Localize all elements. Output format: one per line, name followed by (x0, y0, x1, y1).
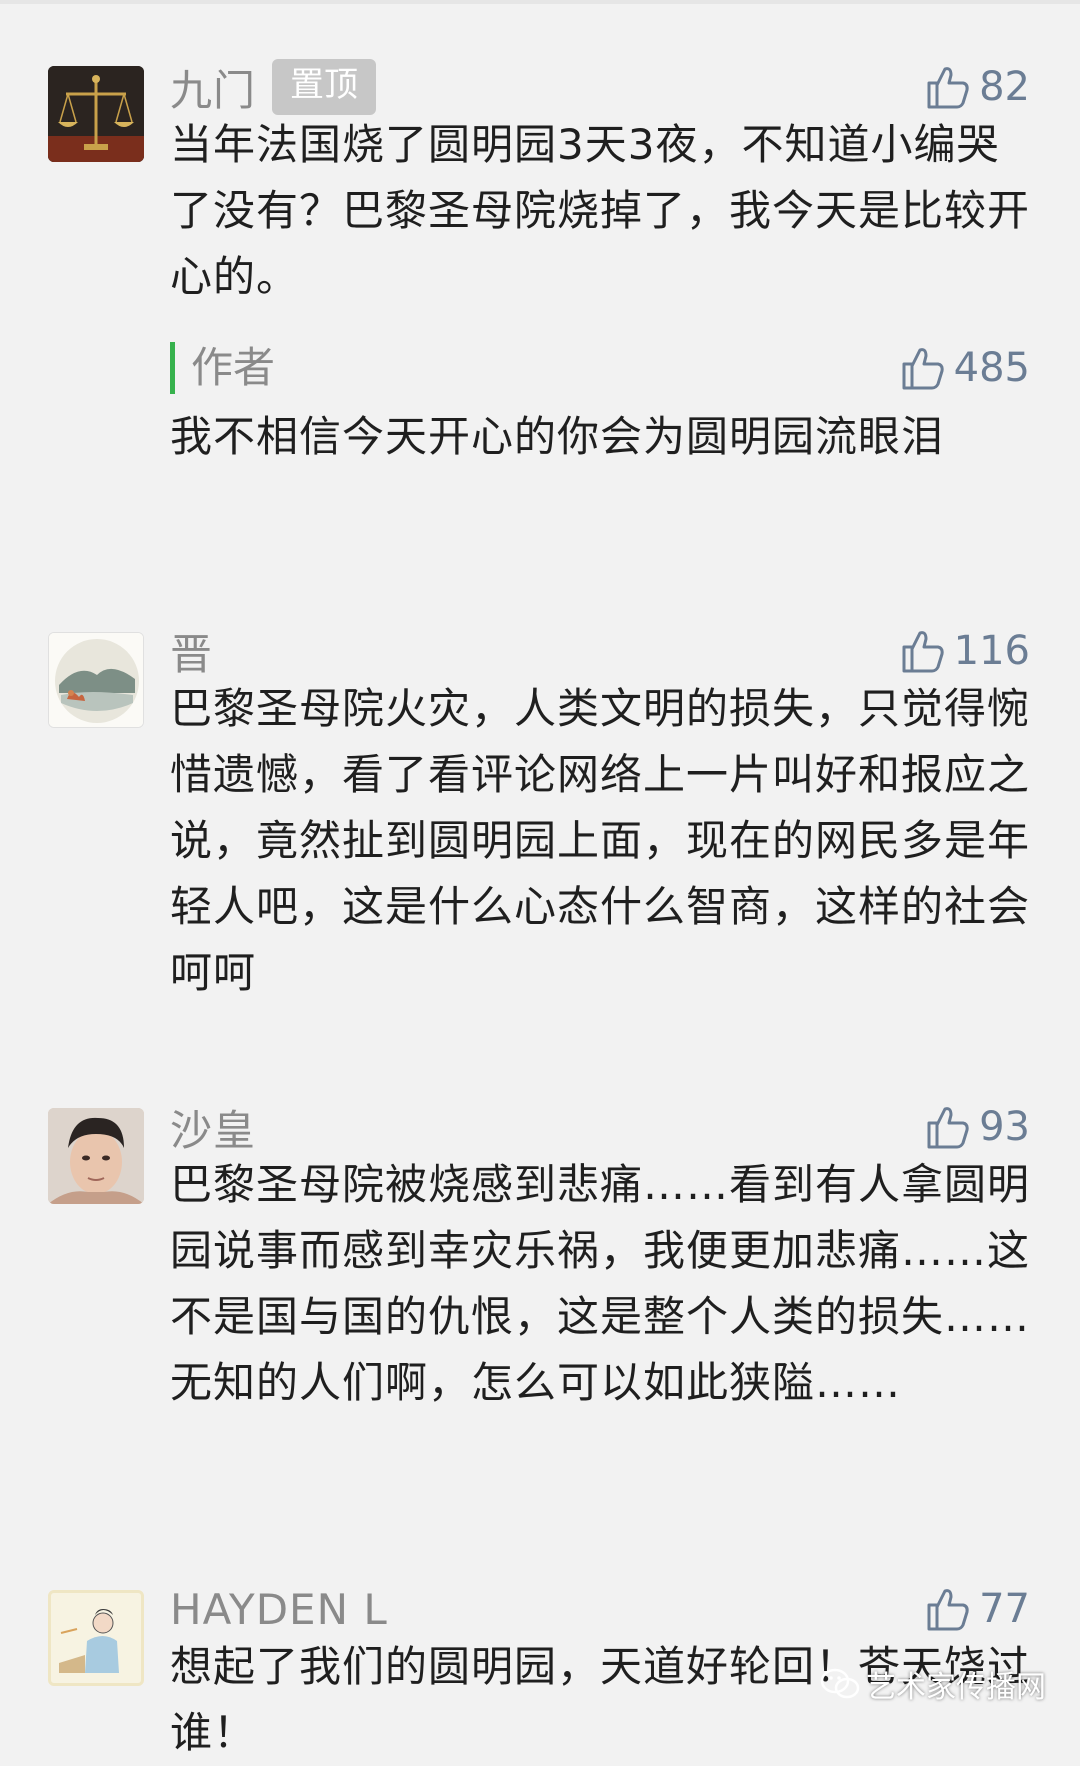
watermark: 艺术家传播网 (820, 1662, 1046, 1706)
author-reply: 作者 485 我不相信今天开心的你会为圆明园流眼泪 (170, 342, 1030, 532)
comment-header: 晋 (170, 620, 213, 682)
like-button[interactable]: 82 (923, 56, 1030, 118)
drawing-portrait-icon (51, 1593, 141, 1683)
like-count: 116 (953, 628, 1030, 674)
reply-text: 我不相信今天开心的你会为圆明园流眼泪 (170, 412, 945, 461)
comment-item: 晋 116 巴黎圣母院火灾，人类文明的损失，只觉得惋惜遗憾，看了看评论网络上一片… (0, 620, 1080, 1020)
thumbs-up-icon (927, 1107, 969, 1149)
like-count: 93 (979, 1104, 1030, 1150)
top-divider (0, 0, 1080, 4)
comment-header: HAYDEN L (170, 1578, 388, 1640)
reply-like-count: 485 (953, 345, 1030, 391)
man-portrait-icon (48, 1108, 144, 1204)
comment-text: 巴黎圣母院火灾，人类文明的损失，只觉得惋惜遗憾，看了看评论网络上一片叫好和报应之… (170, 684, 1031, 997)
like-count: 77 (979, 1586, 1030, 1632)
avatar[interactable] (48, 1590, 144, 1686)
comment-header: 沙皇 (170, 1096, 256, 1158)
pinned-badge: 置顶 (272, 59, 377, 115)
comment-header: 九门 置顶 (170, 56, 377, 118)
nickname[interactable]: 九门 (170, 57, 256, 118)
landscape-painting-icon (49, 633, 143, 727)
avatar[interactable] (48, 632, 144, 728)
thumbs-up-icon (927, 1589, 969, 1631)
nickname[interactable]: HAYDEN L (170, 1585, 388, 1634)
like-count: 82 (979, 64, 1030, 110)
wechat-icon (820, 1668, 860, 1699)
thumbs-up-icon (902, 348, 944, 390)
comment-item: 沙皇 93 巴黎圣母院被烧感到悲痛……看到有人拿圆明园说事而感到幸灾乐祸，我便更… (0, 1096, 1080, 1496)
author-label: 作者 (170, 342, 275, 394)
scales-of-justice-icon (48, 66, 144, 162)
comment-item: HAYDEN L 77 想起了我们的圆明园，天道好轮回！苍天饶过谁！ (0, 1578, 1080, 1757)
nickname[interactable]: 晋 (170, 621, 213, 682)
comment-item: 九门 置顶 82 当年法国烧了圆明园3天3夜，不知道小编哭了没有？巴黎圣母院烧掉… (0, 56, 1080, 536)
thumbs-up-icon (902, 631, 944, 673)
comment-text: 巴黎圣母院被烧感到悲痛……看到有人拿圆明园说事而感到幸灾乐祸，我便更加悲痛……这… (170, 1160, 1031, 1407)
like-button[interactable]: 116 (898, 620, 1030, 682)
watermark-text: 艺术家传播网 (866, 1670, 1046, 1705)
nickname[interactable]: 沙皇 (170, 1097, 256, 1158)
avatar[interactable] (48, 66, 144, 162)
like-button[interactable]: 93 (923, 1096, 1030, 1158)
reply-like-button[interactable]: 485 (898, 342, 1030, 394)
avatar[interactable] (48, 1108, 144, 1204)
like-button[interactable]: 77 (923, 1578, 1030, 1640)
comment-text: 当年法国烧了圆明园3天3夜，不知道小编哭了没有？巴黎圣母院烧掉了，我今天是比较开… (170, 120, 1031, 301)
thumbs-up-icon (927, 67, 969, 109)
